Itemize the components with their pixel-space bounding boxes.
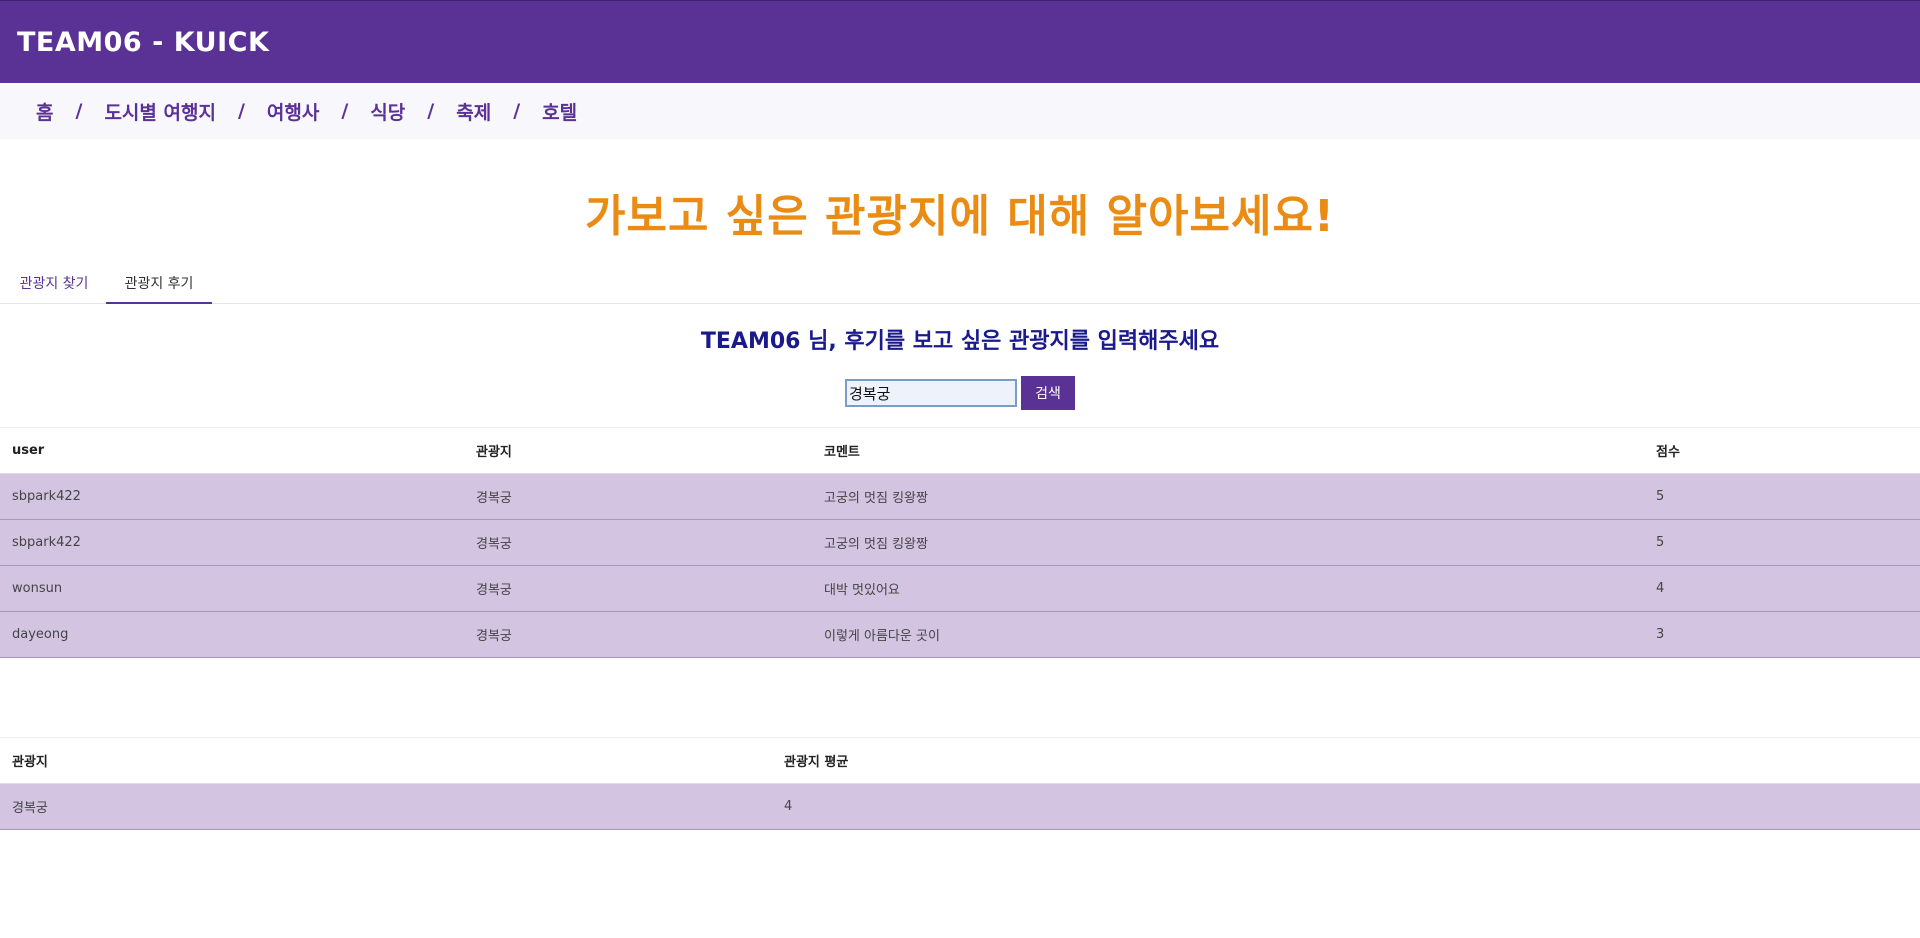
table-row: wonsun 경복궁 대박 멋있어요 4 bbox=[0, 565, 1920, 612]
average-score-table: 관광지 관광지 평균 경복궁 4 bbox=[0, 737, 1920, 830]
nav-item-hotel[interactable]: 호텔 bbox=[542, 98, 577, 125]
cell-user: dayeong bbox=[0, 611, 464, 658]
nav-separator: / bbox=[237, 100, 245, 122]
table-header-row: 관광지 관광지 평균 bbox=[0, 737, 1920, 784]
review-prompt: TEAM06 님, 후기를 보고 싶은 관광지를 입력해주세요 bbox=[700, 329, 1220, 354]
cell-attraction: 경복궁 bbox=[464, 473, 812, 520]
app-header: TEAM06 - KUICK bbox=[0, 0, 1920, 83]
column-header-average: 관광지 평균 bbox=[772, 737, 1920, 784]
cell-comment: 고궁의 멋짐 킹왕짱 bbox=[812, 519, 1644, 566]
cell-attraction: 경복궁 bbox=[464, 611, 812, 658]
search-input[interactable] bbox=[845, 379, 1017, 407]
table-row: sbpark422 경복궁 고궁의 멋짐 킹왕짱 5 bbox=[0, 473, 1920, 520]
cell-average: 4 bbox=[772, 783, 1920, 830]
nav-item-travel-agency[interactable]: 여행사 bbox=[267, 98, 319, 125]
nav-separator: / bbox=[427, 100, 435, 122]
cell-comment: 이렇게 아름다운 곳이 bbox=[812, 611, 1644, 658]
search-button[interactable]: 검색 bbox=[1021, 376, 1075, 410]
table-header-row: user 관광지 코멘트 점수 bbox=[0, 427, 1920, 474]
nav-item-festival[interactable]: 축제 bbox=[456, 98, 491, 125]
cell-attraction: 경복궁 bbox=[464, 519, 812, 566]
column-header-attraction: 관광지 bbox=[0, 737, 772, 784]
cell-score: 3 bbox=[1644, 611, 1920, 658]
nav-item-restaurant[interactable]: 식당 bbox=[370, 98, 405, 125]
column-header-user: user bbox=[0, 427, 464, 474]
cell-attraction: 경복궁 bbox=[464, 565, 812, 612]
table-row: dayeong 경복궁 이렇게 아름다운 곳이 3 bbox=[0, 611, 1920, 658]
cell-score: 4 bbox=[1644, 565, 1920, 612]
cell-score: 5 bbox=[1644, 473, 1920, 520]
tab-bar: 관광지 찾기 관광지 후기 bbox=[0, 270, 1920, 304]
main-nav: 홈 / 도시별 여행지 / 여행사 / 식당 / 축제 / 호텔 bbox=[0, 83, 1920, 139]
search-form: 검색 bbox=[845, 376, 1075, 410]
page-title: 가보고 싶은 관광지에 대해 알아보세요! bbox=[584, 191, 1336, 242]
reviews-table: user 관광지 코멘트 점수 sbpark422 경복궁 고궁의 멋짐 킹왕짱… bbox=[0, 427, 1920, 658]
table-row: 경복궁 4 bbox=[0, 783, 1920, 830]
nav-separator: / bbox=[341, 100, 349, 122]
nav-separator: / bbox=[513, 100, 521, 122]
cell-comment: 고궁의 멋짐 킹왕짱 bbox=[812, 473, 1644, 520]
nav-item-city-destinations[interactable]: 도시별 여행지 bbox=[104, 98, 216, 125]
nav-item-home[interactable]: 홈 bbox=[36, 98, 53, 125]
tab-find-attractions[interactable]: 관광지 찾기 bbox=[16, 270, 92, 304]
cell-user: sbpark422 bbox=[0, 473, 464, 520]
column-header-score: 점수 bbox=[1644, 427, 1920, 474]
column-header-comment: 코멘트 bbox=[812, 427, 1644, 474]
column-header-attraction: 관광지 bbox=[464, 427, 812, 474]
nav-separator: / bbox=[75, 100, 83, 122]
cell-score: 5 bbox=[1644, 519, 1920, 566]
cell-user: sbpark422 bbox=[0, 519, 464, 566]
cell-user: wonsun bbox=[0, 565, 464, 612]
tab-attraction-reviews[interactable]: 관광지 후기 bbox=[106, 270, 212, 304]
table-row: sbpark422 경복궁 고궁의 멋짐 킹왕짱 5 bbox=[0, 519, 1920, 566]
cell-comment: 대박 멋있어요 bbox=[812, 565, 1644, 612]
cell-attraction: 경복궁 bbox=[0, 783, 772, 830]
app-title[interactable]: TEAM06 - KUICK bbox=[17, 27, 269, 58]
